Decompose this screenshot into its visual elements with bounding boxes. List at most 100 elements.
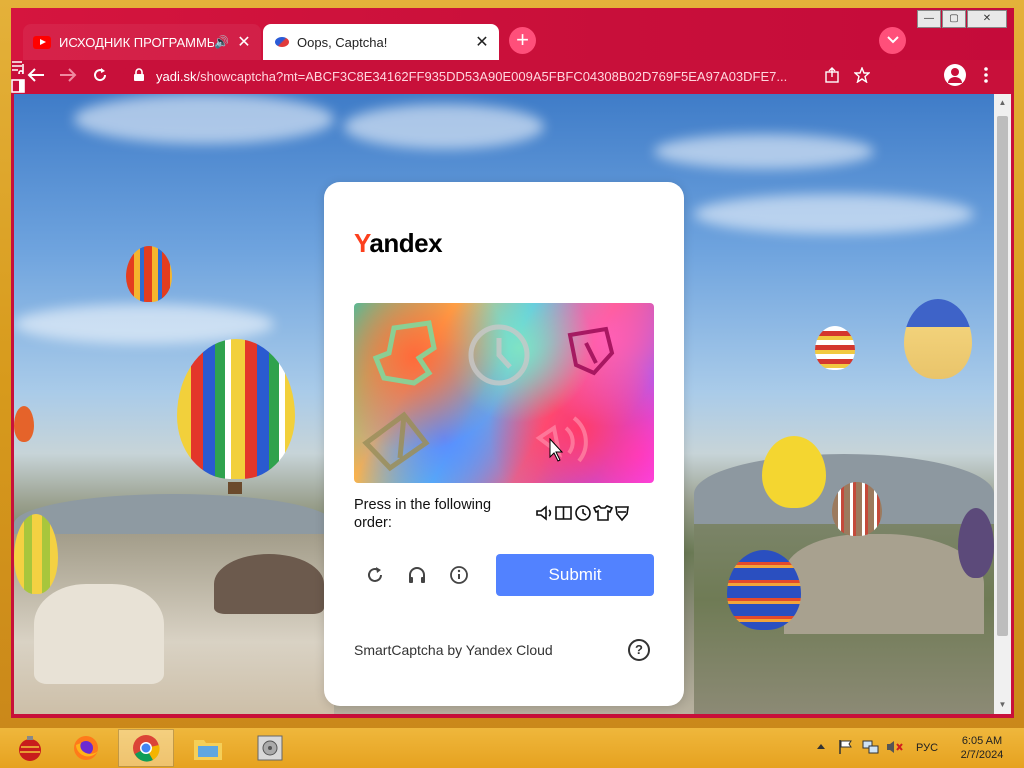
- chrome-icon: [133, 735, 160, 762]
- taskbar-app[interactable]: [242, 729, 298, 767]
- lock-icon: [133, 68, 149, 86]
- hot-air-balloon: [815, 326, 855, 370]
- tab-youtube[interactable]: ИСХОДНИК ПРОГРАММЫ Д 🔊 ✕: [23, 24, 261, 60]
- icon-sequence: [535, 504, 631, 522]
- refresh-button[interactable]: [364, 565, 386, 587]
- chevron-up-icon: [817, 744, 825, 749]
- close-tab-icon[interactable]: ✕: [471, 32, 493, 52]
- minimize-button[interactable]: —: [917, 10, 941, 28]
- book-shape-icon: [362, 411, 430, 472]
- tab-title: Oops, Captcha!: [297, 34, 388, 50]
- clock-shape-icon: [468, 324, 530, 386]
- book-icon: [555, 506, 572, 520]
- url-path: /showcaptcha?mt=ABCF3C8E34162FF935DD53A9…: [196, 69, 788, 84]
- hot-air-balloon: [177, 339, 295, 479]
- scroll-down-icon[interactable]: ▼: [997, 700, 1008, 710]
- hot-air-balloon: [958, 508, 994, 578]
- info-button[interactable]: [448, 565, 470, 587]
- back-button[interactable]: [23, 65, 49, 89]
- forward-arrow-icon: [60, 68, 77, 82]
- scrollbar-thumb[interactable]: [997, 116, 1008, 636]
- close-tab-icon[interactable]: ✕: [233, 32, 255, 52]
- sequence-icons: [536, 505, 629, 522]
- refresh-icon: [368, 567, 382, 582]
- shield-shape-icon: [567, 326, 615, 376]
- clock-time: 6:05 AM: [961, 735, 1003, 747]
- hot-air-balloon: [762, 436, 826, 508]
- network-icon[interactable]: [862, 739, 880, 758]
- tab-strip: ИСХОДНИК ПРОГРАММЫ Д 🔊 ✕ Oops, Captcha! …: [11, 8, 1014, 60]
- back-arrow-icon: [27, 68, 44, 82]
- hot-air-balloon: [14, 406, 34, 442]
- profile-avatar-icon[interactable]: [944, 64, 966, 86]
- hot-air-balloon: [126, 246, 172, 302]
- language-indicator[interactable]: РУС: [916, 742, 938, 754]
- cloud: [14, 304, 274, 344]
- taskbar: РУС 6:05 AM 2/7/2024: [0, 728, 1024, 768]
- captcha-instruction: Press in the following order:: [354, 497, 492, 531]
- captcha-actions: [364, 565, 470, 587]
- hot-air-balloon: [14, 514, 58, 594]
- site-favicon-icon: [275, 37, 289, 47]
- system-clock[interactable]: 6:05 AM 2/7/2024: [954, 734, 1010, 762]
- address-bar[interactable]: yadi.sk/showcaptcha?mt=ABCF3C8E34162FF93…: [123, 62, 900, 92]
- forward-button[interactable]: [55, 65, 81, 89]
- submit-button[interactable]: Submit: [496, 554, 654, 596]
- taskbar-firefox[interactable]: [58, 729, 114, 767]
- bookmark-star-icon[interactable]: [851, 66, 873, 87]
- puzzle-shape-icon: [372, 320, 437, 386]
- tab-captcha[interactable]: Oops, Captcha! ✕: [263, 24, 499, 60]
- action-center-icon[interactable]: [838, 739, 854, 758]
- captcha-image[interactable]: [354, 303, 654, 483]
- taskbar-chrome[interactable]: [118, 729, 174, 767]
- rock-formation: [784, 534, 984, 634]
- clock-icon: [575, 505, 591, 521]
- hot-air-balloon: [727, 550, 801, 630]
- disk-utility-icon: [257, 735, 283, 761]
- firefox-icon: [74, 736, 98, 760]
- speaker-icon: [536, 505, 552, 521]
- taskbar-explorer[interactable]: [180, 729, 236, 767]
- cloud: [74, 94, 334, 144]
- audio-captcha-button[interactable]: [406, 565, 428, 587]
- balloon-basket: [228, 482, 242, 494]
- cloud: [654, 134, 874, 169]
- captcha-shapes: [362, 320, 615, 472]
- captcha-footer: SmartCaptcha by Yandex Cloud: [354, 642, 553, 658]
- more-menu-icon[interactable]: [980, 66, 992, 84]
- hot-air-balloon: [904, 299, 972, 379]
- clock-date: 2/7/2024: [960, 749, 1004, 761]
- youtube-icon: [33, 35, 51, 49]
- cloud: [694, 194, 974, 234]
- url-text[interactable]: yadi.sk/showcaptcha?mt=ABCF3C8E34162FF93…: [156, 69, 796, 84]
- flag-icon: [839, 740, 852, 754]
- help-button[interactable]: ?: [628, 639, 650, 661]
- volume-muted-icon[interactable]: [886, 739, 904, 758]
- scroll-up-icon[interactable]: ▲: [997, 98, 1008, 108]
- hot-air-balloon: [832, 482, 882, 536]
- speaker-shape-icon: [535, 416, 588, 463]
- tab-title: ИСХОДНИК ПРОГРАММЫ Д: [59, 34, 215, 50]
- tab-search-button[interactable]: [879, 27, 906, 54]
- reload-button[interactable]: [87, 65, 113, 89]
- toolbar: yadi.sk/showcaptcha?mt=ABCF3C8E34162FF93…: [11, 60, 1014, 94]
- logo-initial: Y: [354, 228, 370, 258]
- captcha-card: Yandex Press in the following order: Sub…: [324, 182, 684, 706]
- audio-icon[interactable]: 🔊: [214, 35, 229, 49]
- start-button[interactable]: [2, 729, 58, 767]
- shield-icon: [615, 506, 629, 522]
- yandex-logo: Yandex: [354, 228, 443, 259]
- page-scrollbar[interactable]: ▲ ▼: [994, 94, 1011, 714]
- chevron-down-icon: [886, 36, 899, 44]
- folder-icon: [194, 740, 222, 760]
- close-window-button[interactable]: ✕: [967, 10, 1007, 28]
- maximize-button[interactable]: ▢: [942, 10, 966, 28]
- url-domain: yadi.sk: [156, 69, 197, 84]
- logo-rest: andex: [369, 228, 443, 258]
- new-tab-button[interactable]: +: [509, 27, 536, 54]
- rock-formation: [34, 584, 164, 684]
- show-hidden-icons[interactable]: [816, 741, 826, 753]
- share-icon[interactable]: [821, 67, 843, 87]
- cloud: [344, 104, 544, 149]
- info-icon: [450, 566, 468, 584]
